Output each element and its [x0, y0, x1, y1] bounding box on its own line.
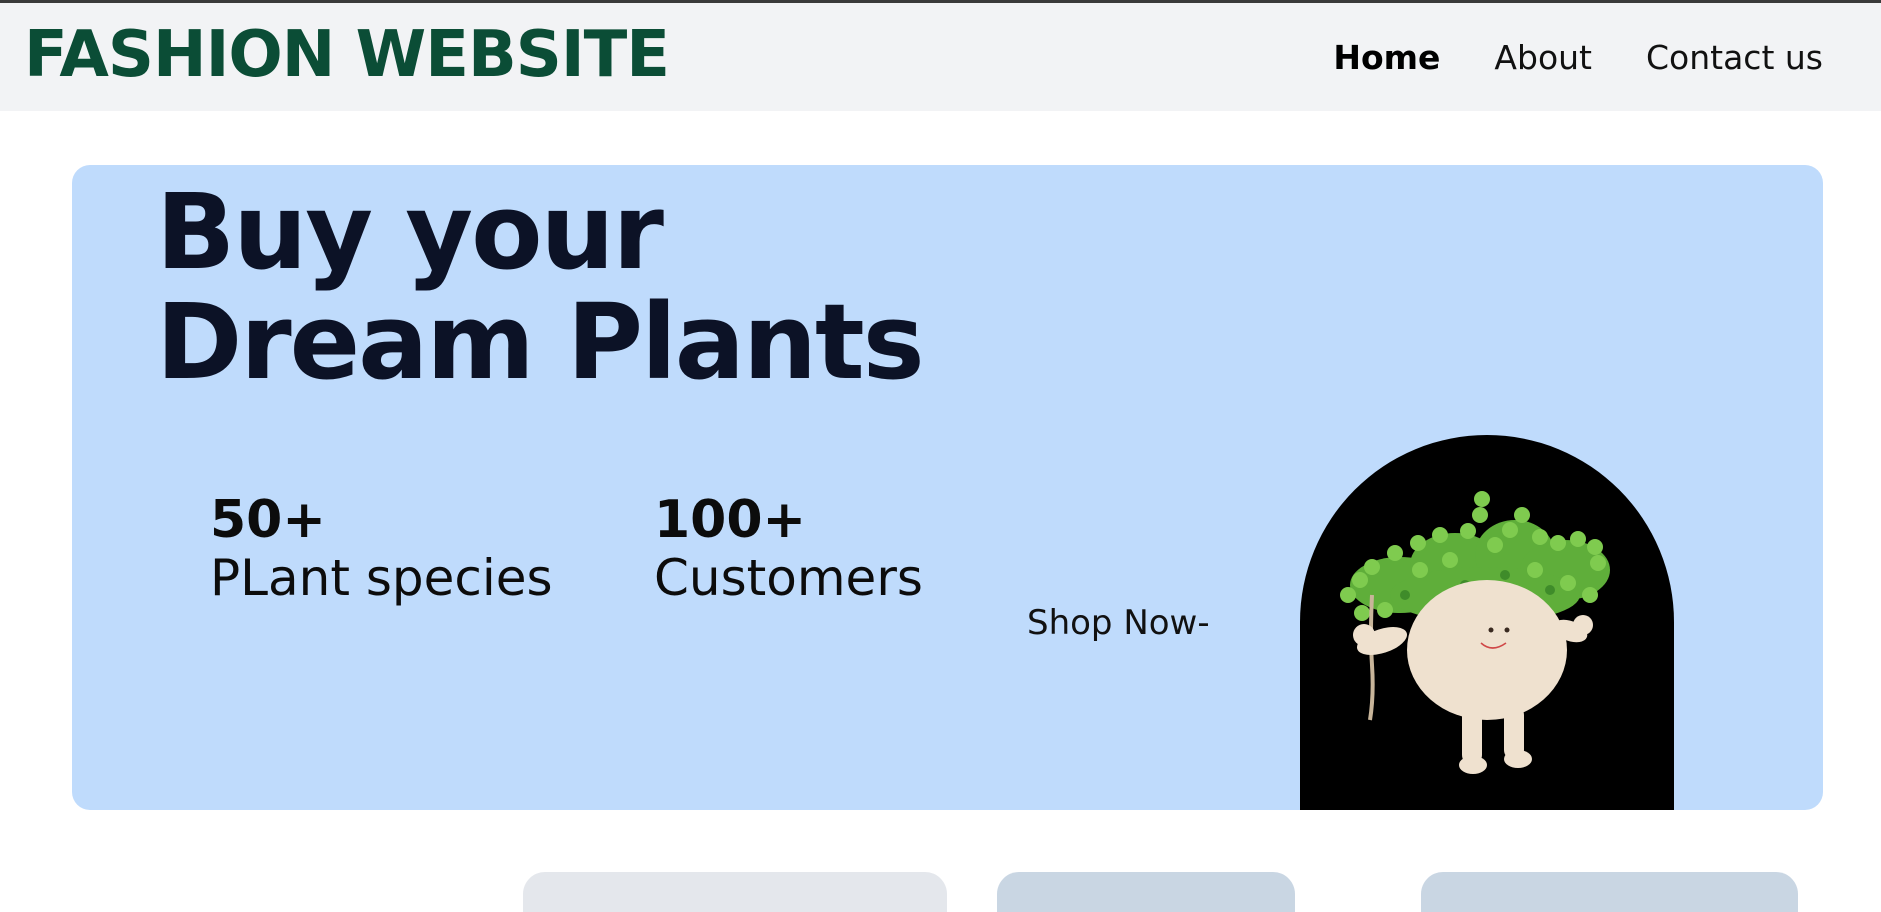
product-card[interactable] — [523, 872, 947, 912]
shop-now-button[interactable]: Shop Now- — [1027, 603, 1210, 643]
nav-link-home[interactable]: Home — [1333, 41, 1440, 74]
hero-banner: Buy your Dream Plants 50+ PLant species … — [72, 165, 1823, 810]
stat-plant-species: 50+ PLant species — [210, 491, 553, 607]
hero-title-line-1: Buy your — [156, 171, 664, 293]
hero-image-arch — [1300, 435, 1674, 810]
stat-value: 100+ — [654, 490, 807, 550]
hero-title: Buy your Dream Plants — [156, 171, 925, 403]
hero-title-line-2: Dream Plants — [156, 281, 925, 403]
nav-link-about[interactable]: About — [1494, 41, 1592, 74]
brand-logo-text[interactable]: FASHION WEBSITE — [24, 23, 670, 87]
plant-pot-illustration — [1340, 491, 1610, 774]
stat-customers: 100+ Customers — [654, 491, 923, 607]
nav-link-contact[interactable]: Contact us — [1646, 41, 1823, 74]
stat-label: PLant species — [210, 549, 553, 607]
product-card[interactable] — [997, 872, 1295, 912]
navbar: FASHION WEBSITE Home About Contact us — [0, 3, 1881, 111]
product-card[interactable] — [1421, 872, 1798, 912]
nav-menu: Home About Contact us — [1333, 41, 1823, 74]
stat-value: 50+ — [210, 490, 326, 550]
stat-label: Customers — [654, 549, 923, 607]
